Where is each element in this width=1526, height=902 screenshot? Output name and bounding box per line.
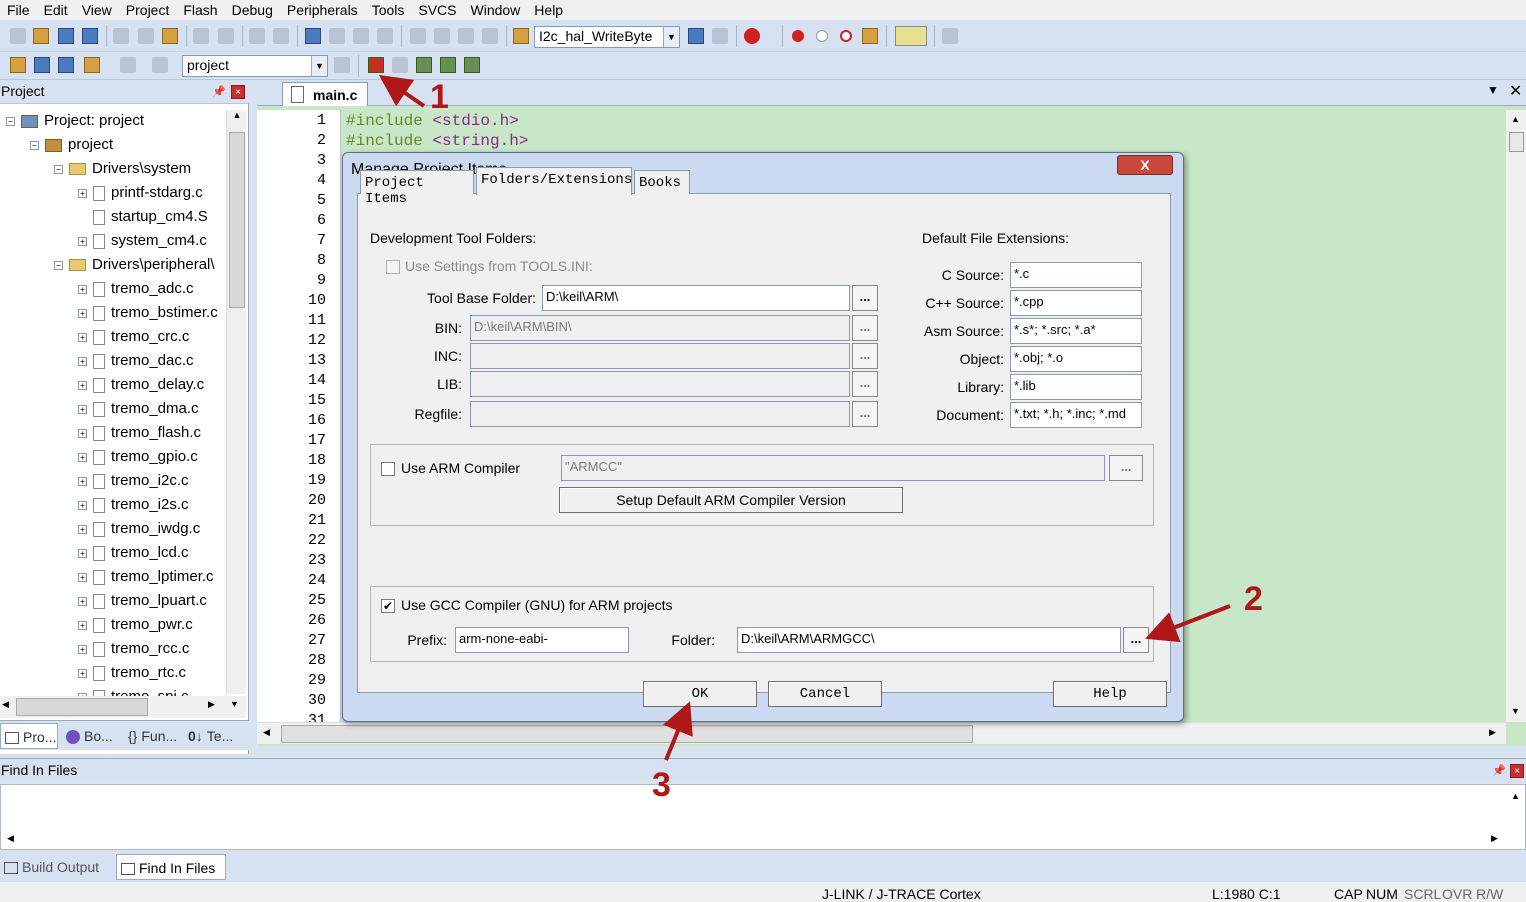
annotation-arrows <box>378 74 1231 761</box>
arrow-2 <box>1145 604 1231 643</box>
tab-folders-extensions-label: Folders/Extensions <box>481 172 633 188</box>
annotation-1: 1 <box>430 78 449 116</box>
arrow-1 <box>378 74 426 108</box>
tab-folders-extensions[interactable]: Folders/Extensions <box>476 167 632 195</box>
annotation-2: 2 <box>1244 580 1263 618</box>
arrow-3 <box>663 701 693 761</box>
annotation-3: 3 <box>652 766 671 804</box>
